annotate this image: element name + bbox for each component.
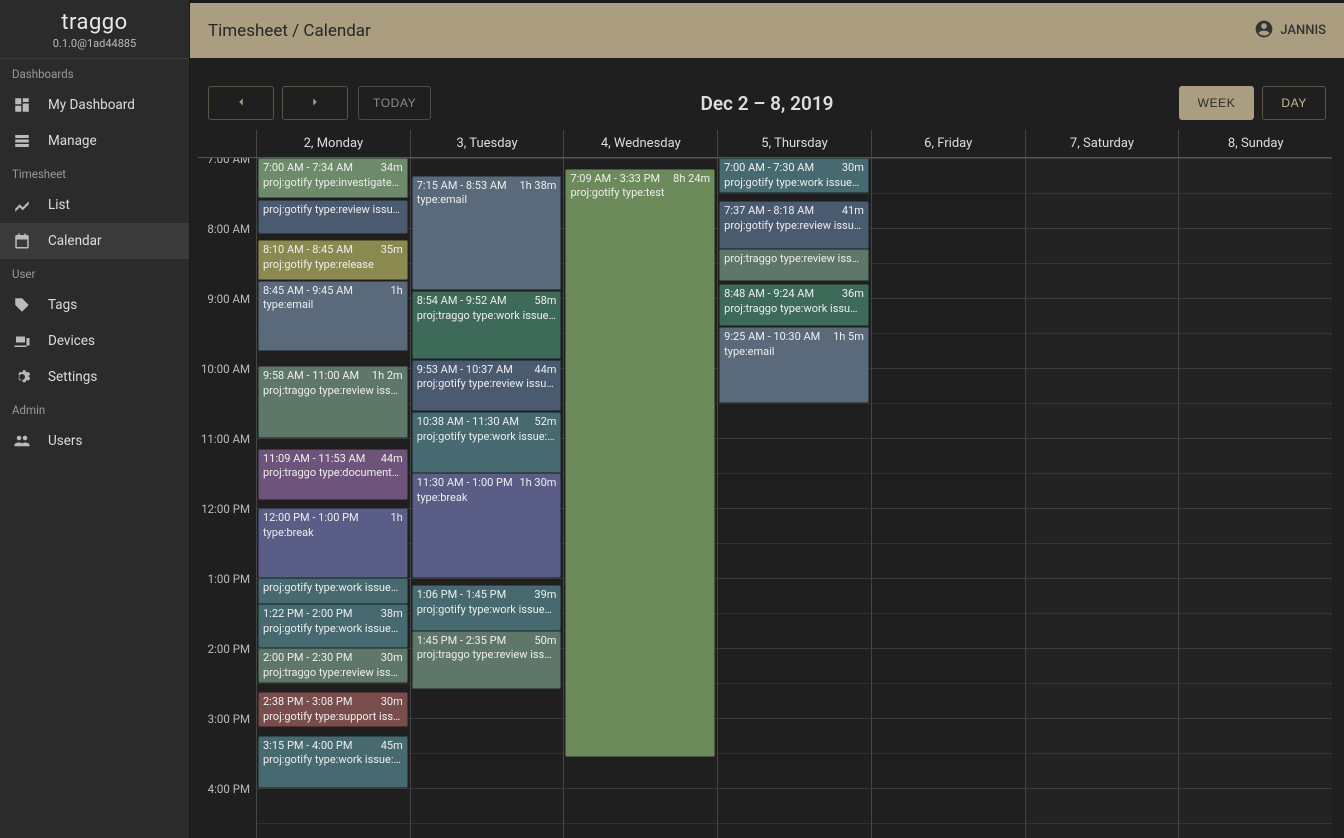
sidebar-item-label: List <box>48 197 70 213</box>
calendar: 2, Monday3, Tuesday4, Wednesday5, Thursd… <box>190 130 1344 838</box>
day-column[interactable] <box>871 158 1025 838</box>
calendar-event[interactable]: 1:22 PM - 2:00 PM38mproj:gotify type:wor… <box>258 604 408 648</box>
list-box-icon <box>12 131 32 151</box>
devices-icon <box>12 331 32 351</box>
gear-icon <box>12 367 32 387</box>
day-header: 2, Monday <box>256 130 410 157</box>
prev-button[interactable] <box>208 86 274 120</box>
sidebar-item-label: Manage <box>48 133 97 149</box>
calendar-event[interactable]: 7:09 AM - 3:33 PM8h 24mproj:gotify type:… <box>565 169 715 757</box>
hour-label: 3:00 PM <box>208 712 250 726</box>
sidebar-heading: Admin <box>0 395 189 423</box>
day-column[interactable]: 7:09 AM - 3:33 PM8h 24mproj:gotify type:… <box>563 158 717 838</box>
hour-label: 2:00 PM <box>208 642 250 656</box>
calendar-event[interactable]: 11:30 AM - 1:00 PM1h 30mtype:break <box>412 473 562 578</box>
sidebar-heading: User <box>0 259 189 287</box>
calendar-event[interactable]: 1:06 PM - 1:45 PM39mproj:gotify type:wor… <box>412 585 562 631</box>
calendar-event[interactable]: 8:10 AM - 8:45 AM35mproj:gotify type:rel… <box>258 240 408 281</box>
brand-version: 0.1.0@1ad44885 <box>0 37 189 50</box>
calendar-event[interactable]: 7:15 AM - 8:53 AM1h 38mtype:email <box>412 176 562 290</box>
hour-label: 11:00 AM <box>201 432 250 446</box>
tag-icon <box>12 295 32 315</box>
day-header-row: 2, Monday3, Tuesday4, Wednesday5, Thursd… <box>198 130 1332 158</box>
user-menu[interactable]: JANNIS <box>1254 19 1326 43</box>
calendar-event[interactable]: 7:00 AM - 7:34 AM34mproj:gotify type:inv… <box>258 158 408 198</box>
calendar-event[interactable]: proj:gotify type:review issu… <box>258 200 408 234</box>
calendar-event[interactable]: 8:48 AM - 9:24 AM36mproj:traggo type:wor… <box>719 284 869 326</box>
calendar-event[interactable]: 9:53 AM - 10:37 AM44mproj:gotify type:re… <box>412 360 562 411</box>
hour-label: 4:00 PM <box>208 782 250 796</box>
sidebar-item-users[interactable]: Users <box>0 423 189 459</box>
calendar-event[interactable]: 12:00 PM - 1:00 PM1htype:break <box>258 508 408 578</box>
day-header: 5, Thursday <box>717 130 871 157</box>
sidebar-item-list[interactable]: List <box>0 187 189 223</box>
next-button[interactable] <box>282 86 348 120</box>
calendar-event[interactable]: proj:gotify type:work issue… <box>258 578 408 604</box>
day-header: 8, Sunday <box>1178 130 1332 157</box>
calendar-scroll[interactable]: 7:00 AM 8:00 AM 9:00 AM 10:00 AM 11:00 AM 12:… <box>198 158 1332 838</box>
sidebar-item-label: Calendar <box>48 233 102 249</box>
breadcrumb: Timesheet / Calendar <box>208 21 371 41</box>
hour-label: 7:00 AM <box>207 158 250 166</box>
calendar-toolbar: TODAY Dec 2 – 8, 2019 WEEK DAY <box>190 58 1344 130</box>
sidebar-item-my-dashboard[interactable]: My Dashboard <box>0 87 189 123</box>
calendar-icon <box>12 231 32 251</box>
hour-label: 1:00 PM <box>208 572 250 586</box>
calendar-event[interactable]: 2:38 PM - 3:08 PM30mproj:gotify type:sup… <box>258 692 408 727</box>
today-button[interactable]: TODAY <box>358 86 431 120</box>
users-icon <box>12 431 32 451</box>
day-column[interactable] <box>1025 158 1179 838</box>
hour-label: 9:00 AM <box>207 292 250 306</box>
day-header: 3, Tuesday <box>410 130 564 157</box>
calendar-event[interactable]: 9:58 AM - 11:00 AM1h 2mproj:traggo type:… <box>258 366 408 438</box>
brand-name: traggo <box>0 10 189 35</box>
calendar-event[interactable]: 7:37 AM - 8:18 AM41mproj:gotify type:rev… <box>719 201 869 249</box>
calendar-event[interactable]: 8:45 AM - 9:45 AM1htype:email <box>258 281 408 351</box>
day-header: 6, Friday <box>871 130 1025 157</box>
view-week-button[interactable]: WEEK <box>1179 86 1255 120</box>
day-column[interactable]: 7:00 AM - 7:34 AM34mproj:gotify type:inv… <box>256 158 410 838</box>
sidebar-item-settings[interactable]: Settings <box>0 359 189 395</box>
calendar-event[interactable]: 8:54 AM - 9:52 AM58mproj:traggo type:wor… <box>412 291 562 359</box>
calendar-event[interactable]: 11:09 AM - 11:53 AM44mproj:traggo type:d… <box>258 449 408 500</box>
user-name: JANNIS <box>1280 23 1326 38</box>
calendar-event[interactable]: 2:00 PM - 2:30 PM30mproj:traggo type:rev… <box>258 648 408 683</box>
brand-block: traggo 0.1.0@1ad44885 <box>0 0 189 59</box>
sidebar-item-label: Settings <box>48 369 97 385</box>
calendar-event[interactable]: 3:15 PM - 4:00 PM45mproj:gotify type:wor… <box>258 736 408 789</box>
sidebar-item-tags[interactable]: Tags <box>0 287 189 323</box>
calendar-event[interactable]: 1:45 PM - 2:35 PM50mproj:traggo type:rev… <box>412 631 562 689</box>
calendar-event[interactable]: proj:traggo type:review iss… <box>719 249 869 281</box>
sidebar-item-label: Tags <box>48 297 77 313</box>
view-day-button[interactable]: DAY <box>1262 86 1326 120</box>
topbar: Timesheet / Calendar JANNIS <box>190 0 1344 58</box>
dashboard-icon <box>12 95 32 115</box>
calendar-event[interactable]: 9:25 AM - 10:30 AM1h 5mtype:email <box>719 327 869 403</box>
calendar-event[interactable]: 10:38 AM - 11:30 AM52mproj:gotify type:w… <box>412 412 562 473</box>
hour-label: 12:00 PM <box>201 502 250 516</box>
sidebar-heading: Dashboards <box>0 59 189 87</box>
day-header: 4, Wednesday <box>563 130 717 157</box>
chevron-right-icon <box>308 95 322 112</box>
hour-label: 8:00 AM <box>207 222 250 236</box>
account-icon <box>1254 19 1274 43</box>
sidebar-heading: Timesheet <box>0 159 189 187</box>
date-range-title: Dec 2 – 8, 2019 <box>700 92 833 115</box>
day-column[interactable]: 7:15 AM - 8:53 AM1h 38mtype:email8:54 AM… <box>410 158 564 838</box>
day-column[interactable]: 7:00 AM - 7:30 AM30mproj:gotify type:wor… <box>717 158 871 838</box>
day-header: 7, Saturday <box>1025 130 1179 157</box>
sidebar-item-calendar[interactable]: Calendar <box>0 223 189 259</box>
sidebar-item-label: Devices <box>48 333 95 349</box>
day-column[interactable] <box>1178 158 1332 838</box>
calendar-event[interactable]: 7:00 AM - 7:30 AM30mproj:gotify type:wor… <box>719 158 869 193</box>
timeline-icon <box>12 195 32 215</box>
sidebar-item-label: Users <box>48 433 82 449</box>
hour-label: 10:00 AM <box>201 362 250 376</box>
sidebar: traggo 0.1.0@1ad44885 Dashboards My Dashb… <box>0 0 190 838</box>
sidebar-item-manage[interactable]: Manage <box>0 123 189 159</box>
sidebar-item-label: My Dashboard <box>48 97 135 113</box>
chevron-left-icon <box>234 95 248 112</box>
sidebar-item-devices[interactable]: Devices <box>0 323 189 359</box>
